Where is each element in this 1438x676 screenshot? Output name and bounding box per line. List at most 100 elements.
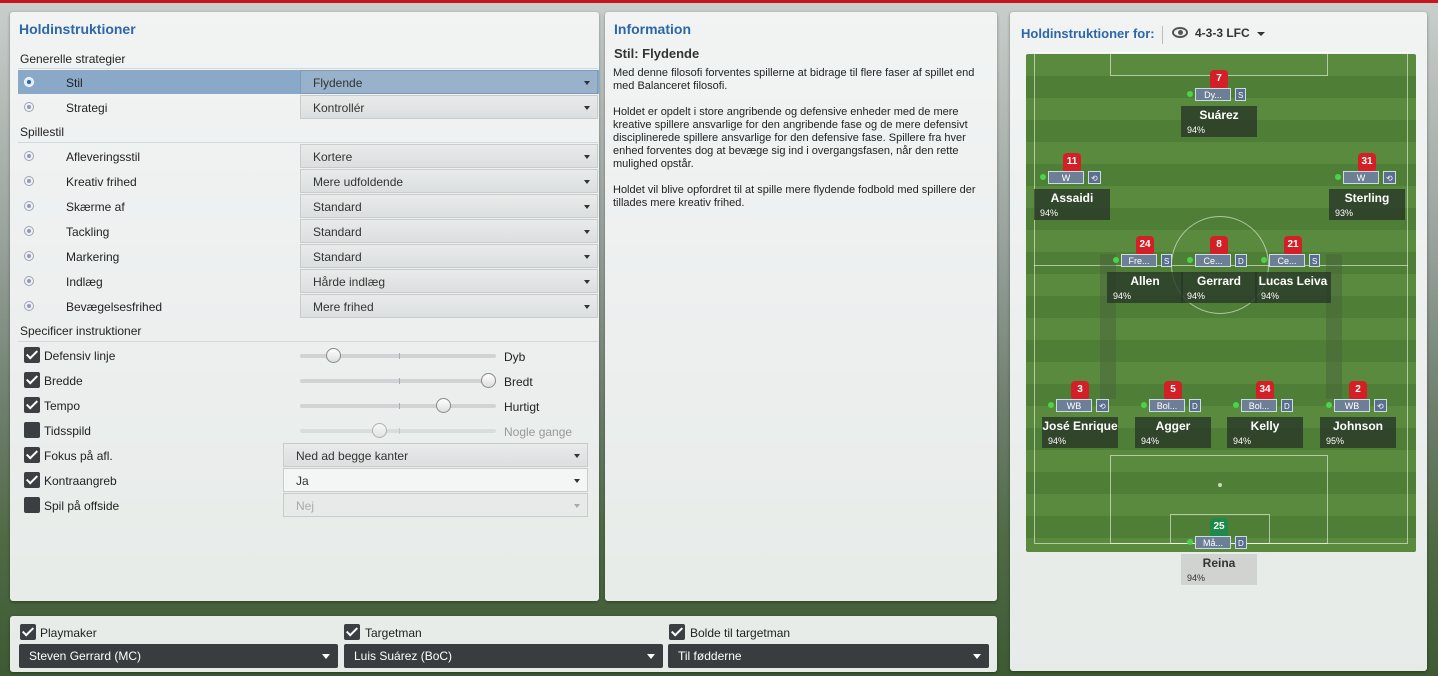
slider-knob[interactable] xyxy=(326,348,342,363)
player-condition: 94% xyxy=(1135,435,1211,448)
role-dropdown[interactable]: Bol... xyxy=(1149,399,1185,412)
instruction-label: Tidsspild xyxy=(44,424,91,438)
role-dropdown[interactable]: Bol... xyxy=(1241,399,1277,412)
status-dot-icon xyxy=(1048,402,1054,408)
style-dropdown[interactable]: Standard xyxy=(300,244,598,268)
radio-icon[interactable] xyxy=(24,151,34,161)
radio-icon[interactable] xyxy=(24,201,34,211)
radio-icon[interactable] xyxy=(24,301,34,311)
role-dropdown[interactable]: W xyxy=(1048,171,1084,184)
checkbox-playmaker[interactable] xyxy=(20,624,36,640)
role-dropdown[interactable]: Må... xyxy=(1195,536,1231,549)
divider xyxy=(18,341,598,342)
formation-selector[interactable]: 4-3-3 LFC xyxy=(1195,26,1266,40)
playmaker-dropdown[interactable]: Steven Gerrard (MC) xyxy=(19,644,338,668)
targetman-label: Targetman xyxy=(365,626,422,640)
radio-icon[interactable] xyxy=(24,226,34,236)
style-dropdown[interactable]: Standard xyxy=(300,194,598,218)
role-dropdown[interactable]: Ce... xyxy=(1195,254,1231,267)
playmaker-label: Playmaker xyxy=(40,626,97,640)
duty-dropdown[interactable]: ⟲ xyxy=(1088,171,1101,184)
strategi-dropdown[interactable]: Kontrollér xyxy=(300,95,598,119)
targetman-dropdown[interactable]: Luis Suárez (BoC) xyxy=(344,644,663,668)
checkbox-targetman[interactable] xyxy=(344,624,360,640)
player-condition: 94% xyxy=(1227,435,1303,448)
checkbox-passing-focus[interactable] xyxy=(24,447,40,463)
radio-icon[interactable] xyxy=(24,77,34,87)
row-label: Tackling xyxy=(66,225,110,239)
slider-knob[interactable] xyxy=(435,398,451,413)
panel-title: Holdinstruktioner for: xyxy=(1021,26,1155,41)
duty-dropdown[interactable]: ⟲ xyxy=(1374,399,1387,412)
tempo-slider[interactable] xyxy=(300,398,496,413)
style-row[interactable]: Afleveringsstil Kortere xyxy=(18,144,600,168)
defensive-line-slider[interactable] xyxy=(300,348,496,363)
duty-dropdown[interactable]: S xyxy=(1309,254,1321,267)
role-dropdown[interactable]: WB xyxy=(1334,399,1370,412)
duty-dropdown[interactable]: D xyxy=(1281,399,1293,412)
counter-attack-dropdown[interactable]: Ja xyxy=(283,468,588,492)
player-name: Johnson xyxy=(1320,417,1396,435)
player-name: Reina xyxy=(1181,554,1257,572)
duty-dropdown[interactable]: S xyxy=(1235,88,1247,101)
checkbox-balls-to-targetman[interactable] xyxy=(669,624,685,640)
duty-dropdown[interactable]: D xyxy=(1235,536,1247,549)
radio-icon[interactable] xyxy=(24,102,34,112)
shirt-number: 11 xyxy=(1063,153,1081,171)
style-row[interactable]: Kreativ frihed Mere udfoldende xyxy=(18,169,600,193)
checkbox-width[interactable] xyxy=(24,372,40,388)
duty-dropdown[interactable]: ⟲ xyxy=(1383,171,1396,184)
chevron-down-icon xyxy=(1257,31,1266,36)
role-dropdown[interactable]: Ce... xyxy=(1269,254,1305,267)
row-label: Afleveringsstil xyxy=(66,150,141,164)
duty-dropdown[interactable]: S xyxy=(1161,254,1173,267)
formation-label: 4-3-3 LFC xyxy=(1195,26,1250,40)
slider-tick xyxy=(399,403,400,409)
style-dropdown[interactable]: Standard xyxy=(300,219,598,243)
width-slider[interactable] xyxy=(300,373,496,388)
role-dropdown[interactable]: W xyxy=(1343,171,1379,184)
time-wasting-slider[interactable] xyxy=(300,423,496,438)
checkbox-defensive-line[interactable] xyxy=(24,347,40,363)
checkbox-offside-trap[interactable] xyxy=(24,497,40,513)
instruction-label: Kontraangreb xyxy=(44,474,117,488)
style-row[interactable]: Indlæg Hårde indlæg xyxy=(18,269,600,293)
style-dropdown[interactable]: Mere frihed xyxy=(300,294,598,318)
duty-dropdown[interactable]: D xyxy=(1189,399,1201,412)
duty-dropdown[interactable]: D xyxy=(1235,254,1247,267)
checkbox-time-wasting[interactable] xyxy=(24,422,40,438)
stil-dropdown[interactable]: Flydende xyxy=(300,70,598,94)
passing-focus-dropdown[interactable]: Ned ad begge kanter xyxy=(283,443,588,467)
role-dropdown[interactable]: WB xyxy=(1056,399,1092,412)
style-row[interactable]: Skærme af Standard xyxy=(18,194,600,218)
player-condition: 94% xyxy=(1107,290,1183,303)
style-row[interactable]: Bevægelsesfrihed Mere frihed xyxy=(18,294,600,318)
strategy-row-stil[interactable]: Stil Flydende xyxy=(18,70,600,94)
offside-trap-dropdown[interactable]: Nej xyxy=(283,493,588,517)
instruction-label: Bredde xyxy=(44,374,83,388)
role-dropdown[interactable]: Dy... xyxy=(1195,88,1231,101)
checkbox-counter-attack[interactable] xyxy=(24,472,40,488)
player-roles-panel: Playmaker Steven Gerrard (MC) Targetman … xyxy=(10,616,997,672)
shirt-number: 8 xyxy=(1210,236,1228,254)
balls-to-targetman-dropdown[interactable]: Til fødderne xyxy=(668,644,989,668)
radio-icon[interactable] xyxy=(24,276,34,286)
duty-dropdown[interactable]: ⟲ xyxy=(1096,399,1109,412)
eye-icon[interactable] xyxy=(1172,27,1188,38)
player-name: Kelly xyxy=(1227,417,1303,435)
slider-knob[interactable] xyxy=(371,423,387,438)
style-row[interactable]: Tackling Standard xyxy=(18,219,600,243)
info-paragraph: Holdet vil blive opfordret til at spille… xyxy=(613,184,976,209)
style-dropdown[interactable]: Mere udfoldende xyxy=(300,169,598,193)
style-dropdown[interactable]: Hårde indlæg xyxy=(300,269,598,293)
radio-icon[interactable] xyxy=(24,176,34,186)
role-dropdown[interactable]: Fre... xyxy=(1121,254,1157,267)
style-dropdown[interactable]: Kortere xyxy=(300,144,598,168)
style-row[interactable]: Markering Standard xyxy=(18,244,600,268)
status-dot-icon xyxy=(1113,257,1119,263)
player-name: Lucas Leiva xyxy=(1255,272,1331,290)
checkbox-tempo[interactable] xyxy=(24,397,40,413)
strategy-row-strategi[interactable]: Strategi Kontrollér xyxy=(18,95,600,119)
radio-icon[interactable] xyxy=(24,251,34,261)
slider-knob[interactable] xyxy=(481,373,496,388)
